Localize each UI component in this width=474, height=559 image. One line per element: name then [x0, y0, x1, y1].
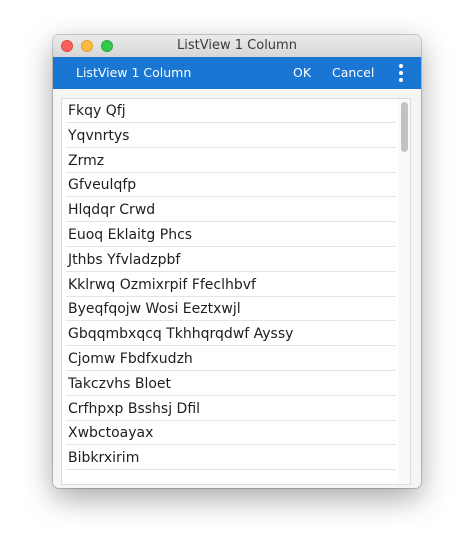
toolbar-title: ListView 1 Column — [76, 65, 192, 80]
list-item[interactable]: Kklrwq Ozmixrpif Ffeclhbvf — [66, 273, 396, 297]
app-toolbar: ListView 1 Column OK Cancel — [53, 57, 421, 89]
list-item[interactable]: Xwbctoayax — [66, 421, 396, 446]
content-area: Fkqy Qfj Yqvnrtys Zrmz Gfveulqfp Hlqdqr Crwd… — [53, 89, 421, 488]
list-view[interactable]: Fkqy Qfj Yqvnrtys Zrmz Gfveulqfp Hlqdqr Crwd… — [61, 98, 411, 485]
list-item[interactable]: Takczvhs Bloet — [66, 372, 396, 396]
more-dot — [399, 78, 403, 82]
title-bar[interactable]: ListView 1 Column — [53, 35, 421, 58]
list-item[interactable]: Fkqy Qfj — [66, 99, 396, 123]
cancel-button[interactable]: Cancel — [332, 65, 374, 80]
list-item[interactable]: Jthbs Yfvladzpbf — [66, 248, 396, 272]
list-item[interactable]: Gbqqmbxqcq Tkhhqrqdwf Ayssy — [66, 322, 396, 347]
ok-button[interactable]: OK — [293, 65, 311, 80]
scrollbar-thumb[interactable] — [401, 102, 408, 152]
window-title: ListView 1 Column — [177, 38, 297, 53]
list-item[interactable]: Cjomw Fbdfxudzh — [66, 347, 396, 371]
list-item[interactable]: Hlqdqr Crwd — [66, 198, 396, 223]
more-dot — [399, 71, 403, 75]
list-item[interactable]: Byeqfqojw Wosi Eeztxwjl — [66, 297, 396, 322]
scrollbar-track[interactable] — [398, 99, 410, 484]
more-dot — [399, 64, 403, 68]
list-item[interactable]: Yqvnrtys — [66, 124, 396, 148]
list-item[interactable]: Gfveulqfp — [66, 173, 396, 198]
list-item[interactable]: Zrmz — [66, 149, 396, 173]
list-item[interactable]: Crfhpxp Bsshsj Dfil — [66, 397, 396, 421]
more-vertical-icon[interactable] — [393, 64, 409, 82]
list-item[interactable]: Bibkrxirim — [66, 446, 396, 471]
list-item[interactable]: Euoq Eklaitg Phcs — [66, 223, 396, 247]
app-window: ListView 1 Column ListView 1 Column OK C… — [53, 35, 421, 488]
